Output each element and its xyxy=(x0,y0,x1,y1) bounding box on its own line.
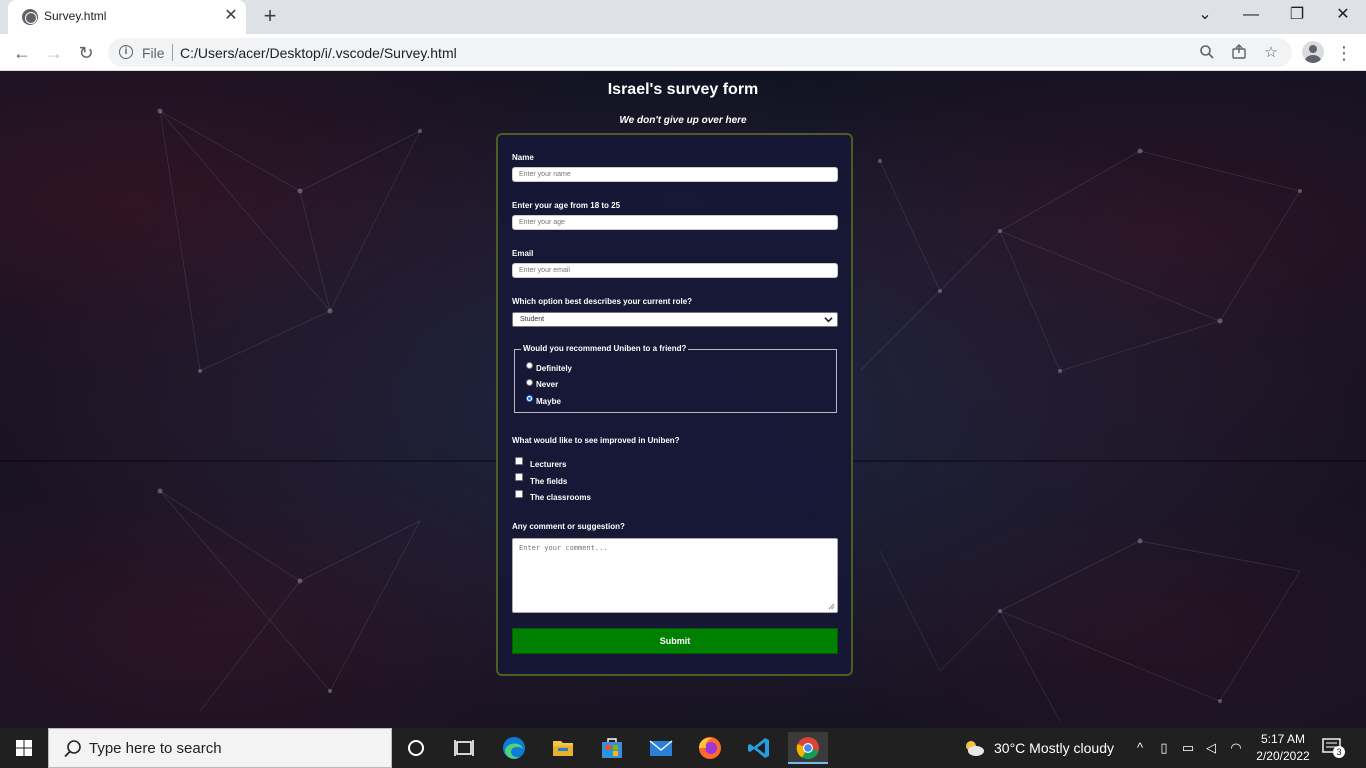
radio-label-definitely: Definitely xyxy=(536,364,573,373)
chevron-up-icon[interactable]: ^ xyxy=(1132,740,1148,756)
battery-icon[interactable]: ▭ xyxy=(1180,740,1196,756)
profile-avatar-icon[interactable] xyxy=(1302,41,1324,63)
role-label: Which option best describes your current… xyxy=(512,297,693,306)
reload-button[interactable]: ↻ xyxy=(73,40,99,66)
divider xyxy=(172,44,173,61)
notification-center-icon[interactable]: 3 xyxy=(1322,738,1346,758)
survey-title: Israel's survey form xyxy=(607,81,759,98)
browser-menu-icon[interactable]: ⋮ xyxy=(1334,40,1354,66)
task-view-icon[interactable] xyxy=(444,732,484,764)
radio-definitely[interactable] xyxy=(526,362,533,369)
microsoft-store-icon[interactable] xyxy=(592,732,632,764)
checkbox-label-fields: The fields xyxy=(530,477,568,486)
tab-search-button[interactable]: ⌄ xyxy=(1182,0,1228,30)
volume-icon[interactable]: ◁ xyxy=(1203,740,1219,756)
email-label: Email xyxy=(512,249,534,258)
window-close-button[interactable]: ✕ xyxy=(1320,0,1366,30)
submit-button[interactable]: Submit xyxy=(512,628,838,654)
new-tab-button[interactable]: + xyxy=(258,5,282,29)
vscode-icon[interactable] xyxy=(739,732,779,764)
windows-start-button[interactable] xyxy=(0,728,48,768)
restore-button[interactable]: ❐ xyxy=(1274,0,1320,30)
globe-icon xyxy=(22,9,38,25)
cortana-icon[interactable] xyxy=(396,732,436,764)
info-icon[interactable]: i xyxy=(119,45,133,59)
name-input[interactable]: Enter your name xyxy=(512,167,838,182)
browser-tab-bar: Survey.html ✕ + ⌄ — ❐ ✕ xyxy=(0,0,1366,34)
edge-browser-icon[interactable] xyxy=(494,732,534,764)
search-icon xyxy=(64,740,81,758)
age-input[interactable]: Enter your age xyxy=(512,215,838,230)
checkbox-lecturers[interactable] xyxy=(515,457,523,465)
recommend-legend: Would you recommend Uniben to a friend? xyxy=(521,344,689,353)
weather-text[interactable]: 30°C Mostly cloudy xyxy=(994,740,1114,756)
email-input[interactable]: Enter your email xyxy=(512,263,838,278)
resize-handle-icon[interactable] xyxy=(828,603,835,610)
name-label: Name xyxy=(512,153,534,162)
comment-placeholder: Enter your comment... xyxy=(519,544,608,552)
bookmark-star-icon[interactable]: ☆ xyxy=(1262,44,1280,62)
survey-description: We don't give up over here xyxy=(619,115,747,126)
role-selected-value: Student xyxy=(520,316,545,323)
checkbox-fields[interactable] xyxy=(515,473,523,481)
mail-icon[interactable] xyxy=(641,732,681,764)
search-placeholder: Type here to search xyxy=(89,740,222,757)
clock-time[interactable]: 5:17 AM xyxy=(1252,732,1314,746)
windows-taskbar: Type here to search 30°C Mostly cloudy ^… xyxy=(0,728,1366,768)
taskbar-search-box[interactable]: Type here to search xyxy=(48,728,392,768)
chevron-down-icon xyxy=(824,317,833,323)
tab-close-button[interactable]: ✕ xyxy=(222,7,240,25)
chrome-icon[interactable] xyxy=(788,732,828,764)
age-label: Enter your age from 18 to 25 xyxy=(512,201,621,210)
url-text[interactable]: C:/Users/acer/Desktop/i/.vscode/Survey.h… xyxy=(180,45,457,61)
zoom-icon[interactable] xyxy=(1198,44,1216,62)
clock-date[interactable]: 2/20/2022 xyxy=(1252,749,1314,763)
role-dropdown[interactable]: Student xyxy=(512,312,838,327)
back-button[interactable]: ← xyxy=(9,40,35,66)
checkbox-label-lecturers: Lecturers xyxy=(530,460,567,469)
camera-icon[interactable]: ▯ xyxy=(1156,740,1172,756)
comment-textarea[interactable]: Enter your comment... xyxy=(512,538,838,613)
radio-label-never: Never xyxy=(536,380,559,389)
file-scheme-label: File xyxy=(142,45,165,61)
radio-never[interactable] xyxy=(526,379,533,386)
tab-title: Survey.html xyxy=(44,9,107,23)
checkbox-label-classrooms: The classrooms xyxy=(530,493,591,502)
browser-toolbar: ← → ↻ i File C:/Users/acer/Desktop/i/.vs… xyxy=(0,34,1366,71)
share-icon[interactable] xyxy=(1230,44,1248,62)
forward-button[interactable]: → xyxy=(41,40,67,66)
survey-form: Name Enter your name Enter your age from… xyxy=(496,133,853,676)
improve-label: What would like to see improved in Unibe… xyxy=(512,436,680,445)
recommend-fieldset: Would you recommend Uniben to a friend? … xyxy=(514,344,837,413)
cloudy-weather-icon[interactable] xyxy=(962,738,986,758)
checkbox-classrooms[interactable] xyxy=(515,490,523,498)
page-viewport: Israel's survey form We don't give up ov… xyxy=(0,71,1366,728)
notification-count-badge: 3 xyxy=(1333,746,1345,758)
file-explorer-icon[interactable] xyxy=(543,732,583,764)
address-bar[interactable]: i File C:/Users/acer/Desktop/i/.vscode/S… xyxy=(108,38,1292,67)
browser-tab[interactable]: Survey.html ✕ xyxy=(8,0,246,34)
wifi-icon[interactable]: ◠ xyxy=(1228,740,1244,756)
windows-logo-icon xyxy=(16,740,32,756)
radio-label-maybe: Maybe xyxy=(536,397,561,406)
minimize-button[interactable]: — xyxy=(1228,0,1274,30)
radio-maybe[interactable] xyxy=(526,395,533,402)
comment-label: Any comment or suggestion? xyxy=(512,522,625,531)
firefox-icon[interactable] xyxy=(690,732,730,764)
